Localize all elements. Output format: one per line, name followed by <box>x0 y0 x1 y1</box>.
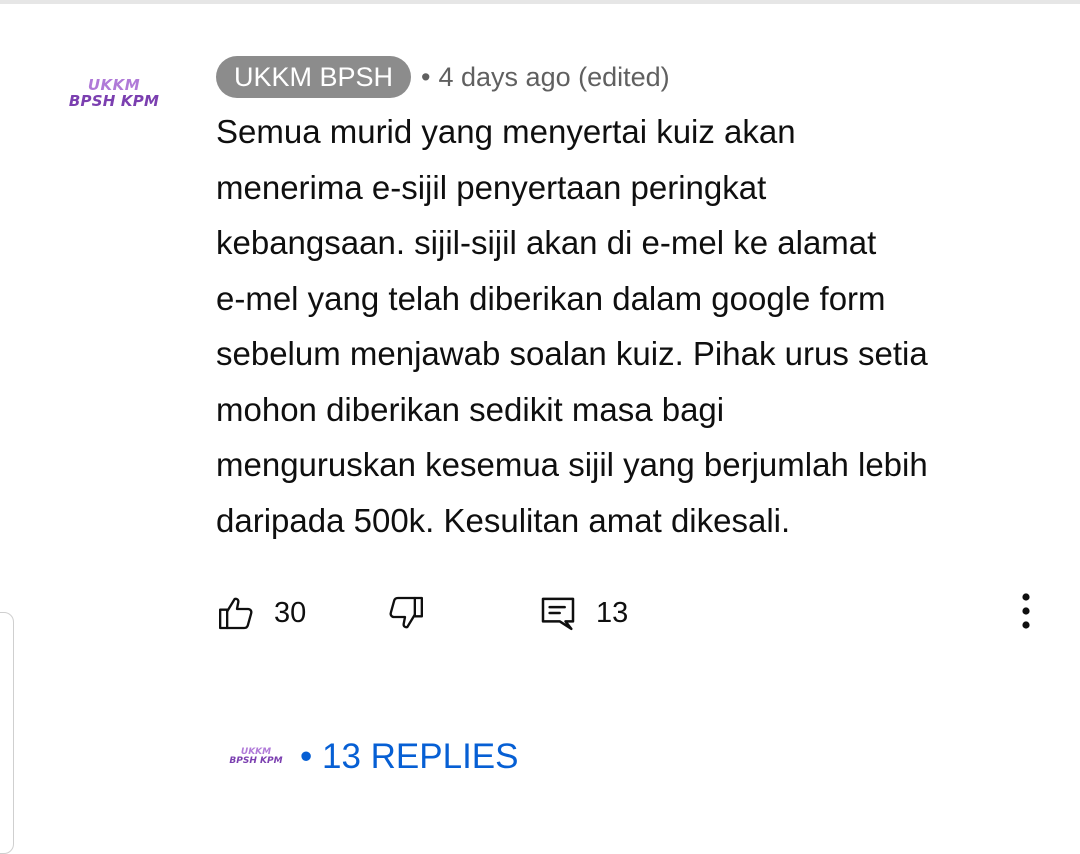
thumb-up-icon <box>216 593 256 633</box>
replies-count-link[interactable]: • 13 REPLIES <box>300 737 518 777</box>
author-name-chip[interactable]: UKKM BPSH <box>216 56 412 98</box>
author-avatar[interactable]: UKKM BPSH KPM <box>66 77 162 110</box>
avatar-text-line2: BPSH KPM <box>68 91 160 110</box>
more-options-button[interactable] <box>1004 588 1048 638</box>
thumb-down-icon <box>386 593 426 633</box>
comment-timestamp[interactable]: 4 days ago (edited) <box>439 62 670 93</box>
like-count: 30 <box>274 596 307 629</box>
more-vertical-icon <box>1020 591 1032 636</box>
comment-reply-icon <box>538 593 578 633</box>
comment-actions: 30 13 <box>216 588 1080 638</box>
reply-count: 13 <box>596 596 629 629</box>
reply-author-avatar: UKKM BPSH KPM <box>226 747 286 767</box>
top-divider <box>0 0 1080 4</box>
reply-button[interactable]: 13 <box>538 588 628 638</box>
like-button[interactable]: 30 <box>216 588 306 638</box>
view-replies-button[interactable]: UKKM BPSH KPM • 13 REPLIES <box>226 730 518 784</box>
left-panel-edge <box>0 612 14 854</box>
mini-avatar-text-line2: BPSH KPM <box>229 756 283 766</box>
dislike-button[interactable] <box>386 588 426 638</box>
comment-text: Semua murid yang menyertai kuiz akan men… <box>216 113 928 539</box>
comment-meta: UKKM BPSH • 4 days ago (edited) <box>216 56 670 98</box>
meta-separator: • <box>421 61 431 92</box>
